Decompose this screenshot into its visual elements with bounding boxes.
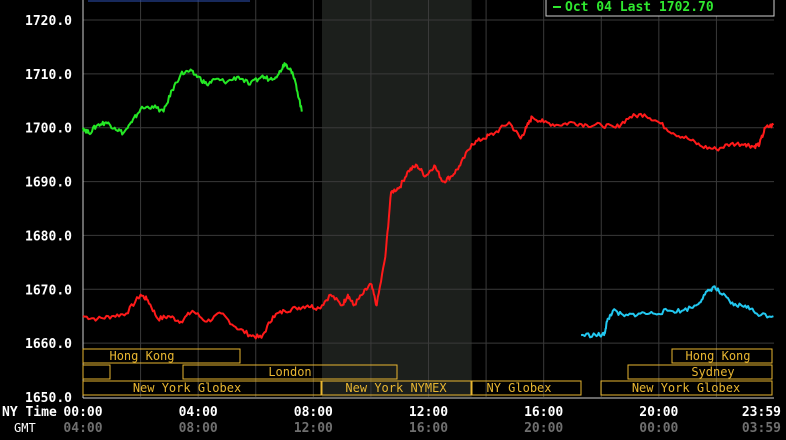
y-tick-label: 1710.0 [25, 68, 72, 83]
y-tick-label: 1660.0 [25, 337, 72, 352]
y-tick-label: 1690.0 [25, 176, 72, 191]
y-tick-label: 1680.0 [25, 229, 72, 244]
grid [83, 0, 774, 397]
session-label: London [268, 365, 311, 379]
y-tick-label: 1700.0 [25, 122, 72, 137]
x-tick-label-gmt: 20:00 [524, 421, 563, 436]
shaded-session-band [321, 0, 472, 397]
x-tick-label-gmt: 03:59 [742, 421, 781, 436]
session-label: Hong Kong [109, 349, 174, 363]
x-tick-label-ny: 04:00 [179, 405, 218, 420]
x-tick-label-ny: 20:00 [639, 405, 678, 420]
session-box-small [82, 364, 111, 380]
x-tick-label-ny: 12:00 [409, 405, 448, 420]
y-tick-label: 1650.0 [25, 391, 72, 406]
session-label: Hong Kong [685, 349, 750, 363]
x-axis-label-ny-time: NY Time [2, 405, 57, 420]
x-tick-labels-gmt: 04:00 08:00 12:00 16:00 20:00 00:00 03:5… [63, 421, 781, 436]
y-tick-labels: 1720.0 1710.0 1700.0 1690.0 1680.0 1670.… [25, 14, 72, 406]
session-label: New York Globex [133, 381, 241, 395]
x-tick-label-gmt: 00:00 [639, 421, 678, 436]
x-tick-labels-ny: 00:00 04:00 08:00 12:00 16:00 20:00 23:5… [63, 405, 781, 420]
x-tick-label-ny: 00:00 [63, 405, 102, 420]
session-label: NY Globex [486, 381, 551, 395]
x-tick-label-gmt: 04:00 [63, 421, 102, 436]
series-line-2 [580, 285, 774, 339]
x-tick-label-gmt: 08:00 [179, 421, 218, 436]
x-tick-label-ny: 08:00 [294, 405, 333, 420]
x-tick-label-ny: 16:00 [524, 405, 563, 420]
y-tick-label: 1670.0 [25, 283, 72, 298]
x-tick-label-gmt: 12:00 [294, 421, 333, 436]
session-label: Sydney [691, 365, 734, 379]
x-tick-label-gmt: 16:00 [409, 421, 448, 436]
watermark-logo [88, 0, 250, 2]
x-tick-label-ny: 23:59 [742, 405, 781, 420]
x-axis-label-gmt: GMT [14, 421, 36, 435]
session-label: New York Globex [632, 381, 740, 395]
y-tick-label: 1720.0 [25, 14, 72, 29]
legend-text: Oct 04 Last 1702.70 [565, 0, 714, 15]
session-label: New York NYMEX [345, 381, 447, 395]
chart: 1720.0 1710.0 1700.0 1690.0 1680.0 1670.… [2, 0, 781, 436]
